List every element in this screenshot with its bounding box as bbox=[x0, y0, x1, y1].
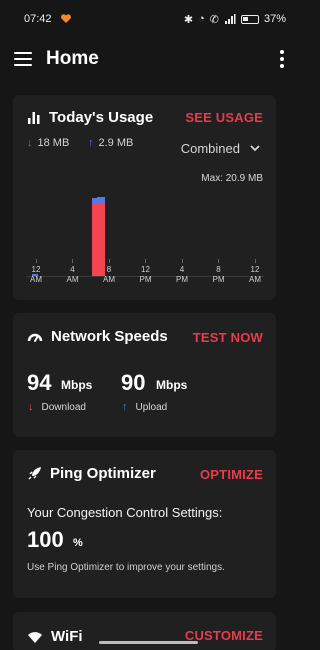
battery-icon bbox=[240, 14, 259, 24]
usage-mode-value: Combined bbox=[180, 141, 240, 156]
rocket-icon bbox=[28, 467, 41, 480]
todays-usage-card[interactable]: Today's Usage SEE USAGE ↓ 18 MB ↑ 2.9 MB… bbox=[13, 95, 276, 300]
wifi-status-icon: ◔ bbox=[198, 13, 205, 25]
ping-optimizer-note: Use Ping Optimizer to improve your setti… bbox=[27, 562, 225, 573]
x-axis-tick-label: 12 AM bbox=[22, 259, 50, 285]
status-time: 07:42 bbox=[24, 13, 52, 25]
tick-period: AM bbox=[249, 275, 261, 284]
network-speeds-card[interactable]: Network Speeds TEST NOW 94 Mbps ↓ Downlo… bbox=[13, 313, 276, 437]
call-icon: ✆ bbox=[209, 13, 219, 26]
chevron-down-icon bbox=[250, 145, 260, 152]
wifi-card-title: WiFi bbox=[51, 628, 83, 645]
more-options-icon[interactable] bbox=[280, 50, 284, 68]
tick-hour: 12 bbox=[250, 265, 260, 274]
max-usage-label: Max: 20.9 MB bbox=[201, 173, 263, 184]
tick-hour: 8 bbox=[216, 265, 221, 274]
tick-hour: 8 bbox=[106, 265, 112, 274]
wifi-card[interactable]: WiFi CUSTOMIZE bbox=[13, 612, 276, 650]
ping-setting-value: 100 bbox=[27, 527, 64, 552]
ping-card-title-row: Ping Optimizer bbox=[27, 465, 156, 482]
upload-speed-label: Upload bbox=[135, 401, 168, 413]
usage-card-title-row: Today's Usage bbox=[27, 109, 153, 126]
wifi-card-title-row: WiFi bbox=[27, 628, 83, 645]
upload-total: ↑ 2.9 MB bbox=[88, 137, 133, 149]
notification-heart-icon bbox=[60, 14, 71, 23]
tick-hour: 4 bbox=[70, 265, 75, 274]
home-indicator[interactable] bbox=[99, 641, 198, 644]
download-speed-label: Download bbox=[41, 401, 86, 413]
download-arrow-icon: ↓ bbox=[27, 137, 33, 149]
ping-card-title: Ping Optimizer bbox=[50, 465, 156, 482]
ping-setting-unit: % bbox=[73, 537, 83, 549]
x-axis-tick-label: 8 PM bbox=[205, 259, 233, 285]
battery-percent: 37% bbox=[263, 13, 286, 25]
download-speed-unit: Mbps bbox=[61, 378, 93, 392]
page-title: Home bbox=[46, 48, 99, 69]
download-speed-label-row: ↓ Download bbox=[28, 401, 86, 413]
app-bar: Home bbox=[0, 38, 296, 80]
test-now-button[interactable]: TEST NOW bbox=[193, 330, 263, 345]
download-arrow-icon: ↓ bbox=[28, 401, 34, 413]
upload-speed-value: 90 bbox=[121, 370, 146, 395]
tick-period: AM bbox=[30, 275, 42, 284]
upload-total-value: 2.9 MB bbox=[98, 137, 134, 149]
tick-period: AM bbox=[103, 275, 115, 284]
download-total-value: 18 MB bbox=[37, 137, 70, 149]
tick-hour: 4 bbox=[179, 265, 185, 274]
usage-bar-upload-segment bbox=[97, 196, 106, 204]
download-total: ↓ 18 MB bbox=[27, 137, 69, 149]
download-speed-value: 94 bbox=[27, 370, 52, 395]
upload-speed-unit: Mbps bbox=[156, 378, 188, 392]
optimize-button[interactable]: OPTIMIZE bbox=[200, 467, 263, 482]
upload-arrow-icon: ↑ bbox=[88, 137, 94, 149]
bar-chart-icon bbox=[28, 111, 40, 124]
see-usage-button[interactable]: SEE USAGE bbox=[185, 110, 263, 125]
tick-period: AM bbox=[66, 275, 79, 284]
tick-period: PM bbox=[212, 275, 225, 284]
x-axis-tick-label: 12 AM bbox=[241, 259, 269, 285]
usage-mode-dropdown[interactable]: Combined bbox=[181, 141, 260, 156]
tick-period: PM bbox=[139, 275, 152, 284]
bluetooth-icon: ✱ bbox=[183, 13, 194, 26]
speedometer-icon bbox=[27, 333, 43, 342]
speed-card-title: Network Speeds bbox=[51, 328, 168, 345]
ping-optimizer-card[interactable]: Ping Optimizer OPTIMIZE Your Congestion … bbox=[13, 450, 276, 598]
tick-hour: 12 bbox=[31, 265, 41, 274]
congestion-settings-label: Your Congestion Control Settings: bbox=[27, 505, 223, 520]
signal-icon bbox=[224, 14, 236, 24]
hamburger-menu-icon[interactable] bbox=[14, 52, 32, 66]
x-axis-tick-label: 4 PM bbox=[168, 259, 196, 285]
speed-card-title-row: Network Speeds bbox=[27, 328, 168, 345]
x-axis-tick-label: 4 AM bbox=[59, 259, 87, 285]
usage-card-title: Today's Usage bbox=[49, 109, 154, 126]
status-bar: 07:42 ✱ ◔ ✆ 37% bbox=[0, 0, 296, 38]
x-axis-tick-label: 8 AM bbox=[95, 259, 123, 285]
x-axis-tick-label: 12 PM bbox=[132, 259, 160, 285]
upload-arrow-icon: ↑ bbox=[122, 401, 128, 413]
wifi-icon bbox=[28, 631, 42, 643]
upload-speed-label-row: ↑ Upload bbox=[122, 401, 167, 413]
tick-period: PM bbox=[176, 275, 188, 284]
tick-hour: 12 bbox=[141, 265, 150, 274]
